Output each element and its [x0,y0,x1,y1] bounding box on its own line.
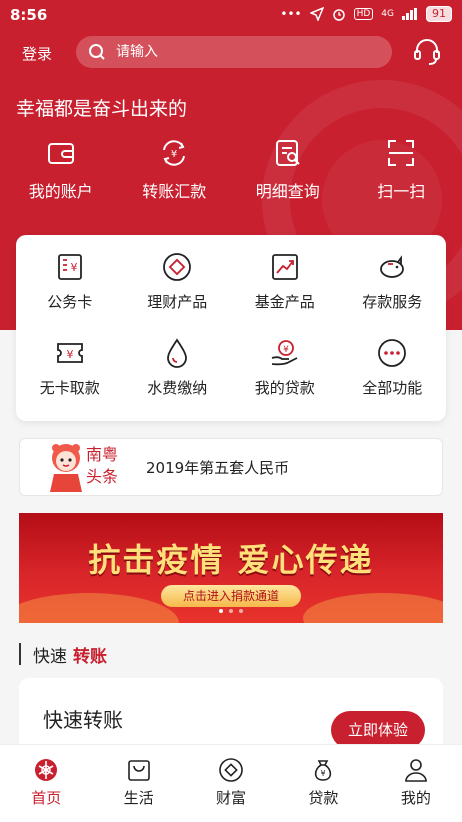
service-all-functions[interactable]: 全部功能 [339,337,447,423]
alarm-icon [332,9,345,21]
cardless-withdraw-icon: ¥ [56,343,83,363]
quick-label: 转账汇款 [142,182,207,201]
banner-pagination [19,598,443,617]
quick-transfer[interactable]: ¥ 转账汇款 [119,138,229,202]
service-fund-product[interactable]: 基金产品 [231,251,339,337]
quick-label: 我的账户 [28,182,93,201]
tab-loan[interactable]: ¥ 贷款 [277,745,369,822]
service-label: 理财产品 [147,293,208,311]
section-marker [19,643,21,665]
official-card-icon: ¥ [57,254,82,280]
banner-dot-active[interactable] [219,609,223,613]
bottom-nav: 首页 生活 财富 ¥ 贷款 我的 [0,744,462,822]
search-bar[interactable] [76,36,392,68]
service-label: 公务卡 [47,293,93,311]
slogan: 幸福都是奋斗出来的 [16,98,188,120]
tab-label: 首页 [31,789,62,807]
status-more-icon: ••• [280,7,302,21]
status-bar: 8:56 ••• HD 4G 91 [0,0,462,30]
login-link[interactable]: 登录 [22,43,52,64]
quick-label: 扫一扫 [377,182,426,201]
fund-chart-icon [271,254,298,280]
promo-banner[interactable]: 抗击疫情 爱心传递 点击进入捐款通道 [19,513,443,623]
service-label: 水费缴纳 [147,379,208,397]
loan-hand-icon: ¥ [271,340,298,366]
section-header: 快速 转账 [19,642,107,667]
banner-dot[interactable] [229,609,233,613]
banner-dot[interactable] [239,609,243,613]
quick-label: 明细查询 [255,182,320,201]
quick-statement[interactable]: 明细查询 [233,138,343,202]
service-my-loan[interactable]: ¥ 我的贷款 [231,337,339,423]
news-brand-logo: 南粤 头条 [20,438,130,496]
network-label: 4G [381,9,394,19]
service-cardless-withdraw[interactable]: ¥ 无卡取款 [16,337,124,423]
more-dots-icon [378,339,407,367]
service-official-card[interactable]: ¥ 公务卡 [16,251,124,337]
service-finance-product[interactable]: 理财产品 [124,251,232,337]
news-ticker[interactable]: 南粤 头条 2019年第五套人民币 [19,438,443,496]
tab-label: 财富 [216,789,247,807]
customer-service-icon[interactable] [414,38,440,68]
news-brand-line2: 头条 [86,467,119,486]
search-icon [89,44,105,60]
news-headline[interactable]: 2019年第五套人民币 [146,457,289,478]
svg-text:¥: ¥ [171,149,177,160]
tab-life[interactable]: 生活 [92,745,184,822]
service-grid: ¥ 公务卡 理财产品 基金产品 存款服务 ¥ 无卡取款 水费缴纳 ¥ 我的贷款 [16,235,446,423]
signal-icon [402,8,417,20]
service-label: 我的贷款 [254,379,315,397]
home-emblem-icon [35,759,58,781]
news-brand-line1: 南粤 [86,445,119,464]
status-time: 8:56 [10,6,48,24]
wealth-icon [219,758,243,782]
scan-icon [388,140,415,166]
tab-wealth[interactable]: 财富 [185,745,277,822]
tab-mine[interactable]: 我的 [370,745,462,822]
svg-text:¥: ¥ [70,261,77,274]
service-label: 基金产品 [254,293,315,311]
service-label: 无卡取款 [39,379,100,397]
search-input[interactable] [116,44,356,60]
battery-level: 91 [426,6,452,22]
service-deposit[interactable]: 存款服务 [339,251,447,337]
svg-text:¥: ¥ [66,348,73,361]
finance-product-icon [163,253,192,281]
transfer-yen-icon: ¥ [163,140,186,166]
wallet-icon [47,143,74,164]
service-water-bill[interactable]: 水费缴纳 [124,337,232,423]
quick-transfer-title: 快速转账 [43,708,123,732]
water-drop-icon [167,338,188,368]
user-icon [405,759,427,782]
shopping-bag-icon [127,760,150,781]
piggy-bank-icon [380,255,405,278]
section-title-plain: 快速 [33,646,67,667]
service-label: 存款服务 [362,293,423,311]
tab-label: 生活 [123,789,154,807]
quick-my-account[interactable]: 我的账户 [6,138,116,202]
location-icon [309,7,324,21]
svg-text:¥: ¥ [321,769,326,778]
status-icons: ••• HD 4G 91 [280,6,452,22]
top-bar: 登录 [0,36,462,70]
loan-bag-icon: ¥ [315,760,332,781]
service-label: 全部功能 [362,379,423,397]
tab-home[interactable]: 首页 [0,745,92,822]
statement-search-icon [275,140,300,166]
hd-badge: HD [353,8,374,20]
svg-text:¥: ¥ [283,345,289,355]
tab-label: 我的 [400,789,431,807]
quick-scan[interactable]: 扫一扫 [346,138,456,202]
news-brand-text: 南粤 头条 [86,444,128,488]
banner-title: 抗击疫情 爱心传递 [88,541,374,579]
tab-label: 贷款 [308,789,339,807]
quick-actions: 我的账户 ¥ 转账汇款 明细查询 扫一扫 [0,138,462,202]
service-card: ¥ 公务卡 理财产品 基金产品 存款服务 ¥ 无卡取款 水费缴纳 ¥ 我的贷款 [16,235,446,421]
section-title-accent: 转账 [73,646,107,667]
